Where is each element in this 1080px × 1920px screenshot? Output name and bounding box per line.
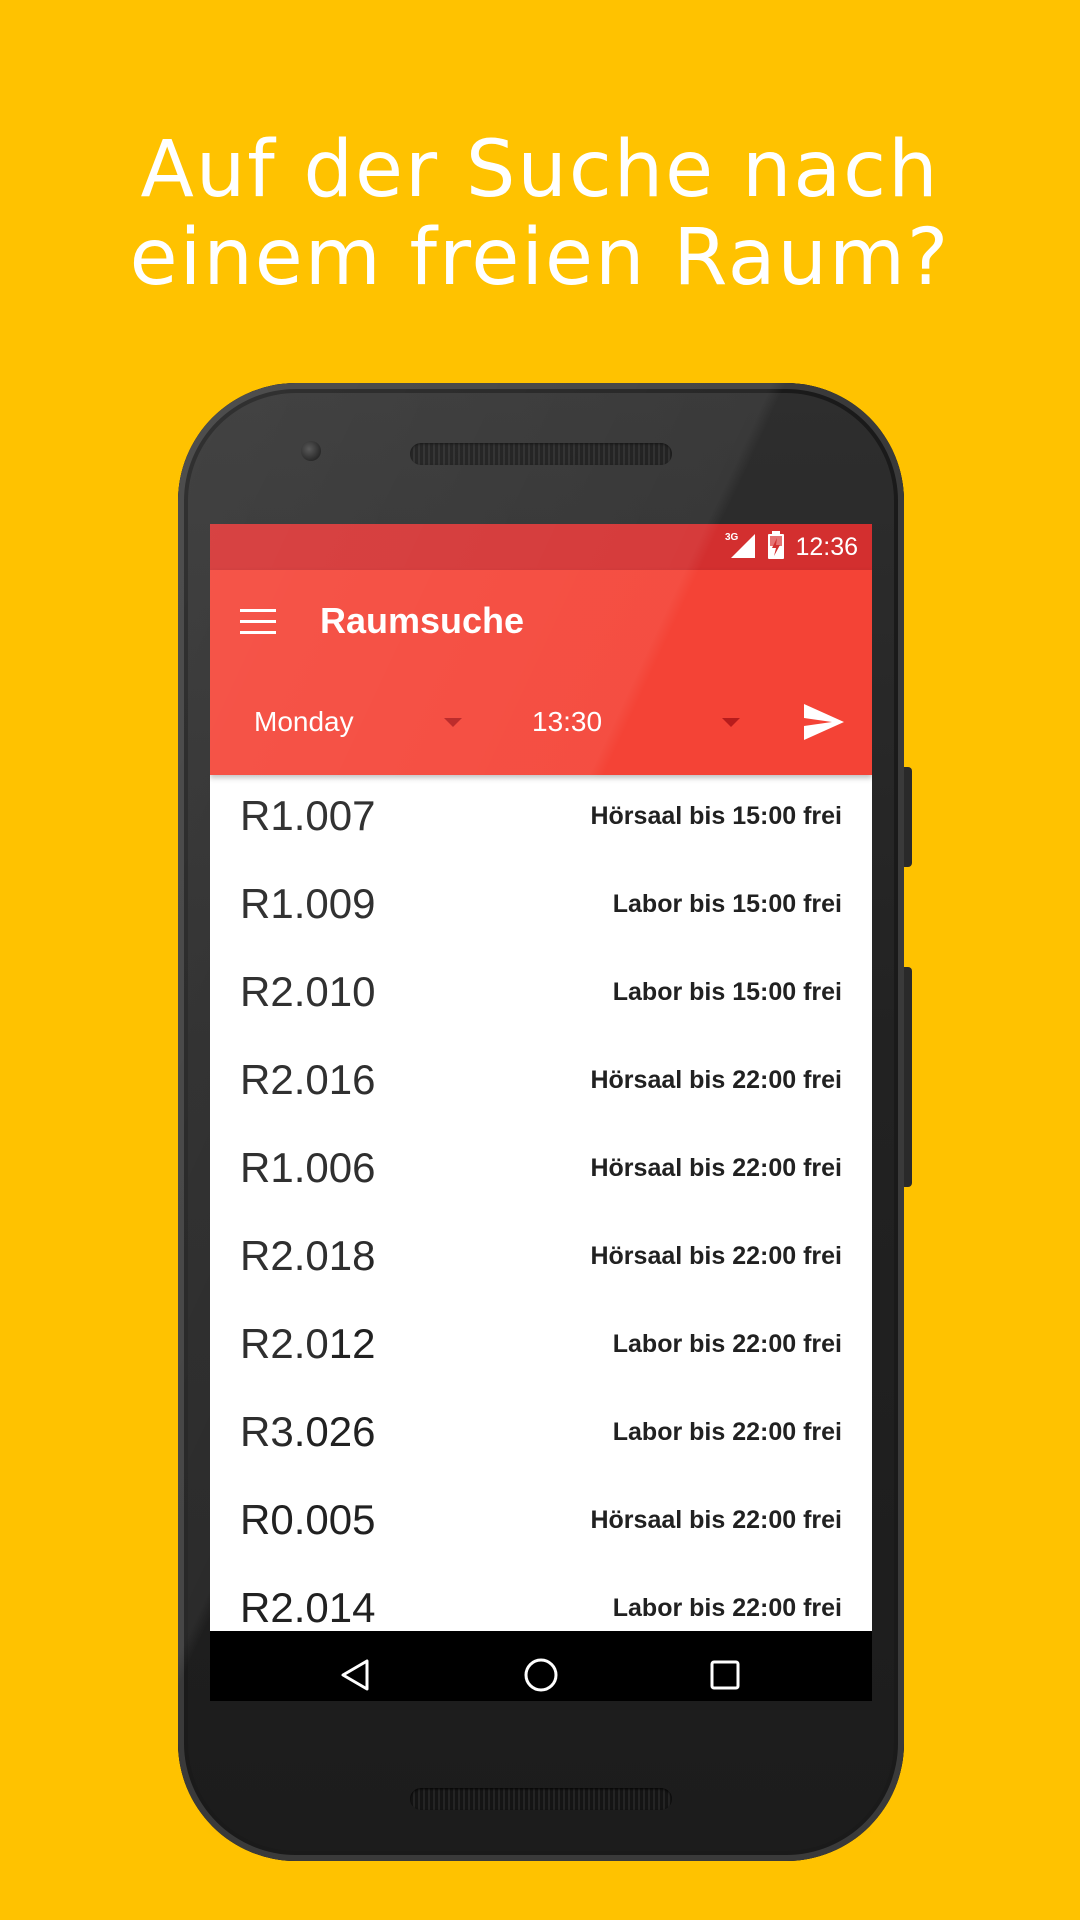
headline-line-2: einem freien Raum? bbox=[129, 213, 951, 303]
room-row[interactable]: R1.006 Hörsaal bis 22:00 frei bbox=[210, 1127, 872, 1215]
back-icon bbox=[341, 1659, 369, 1691]
home-button[interactable] bbox=[517, 1651, 565, 1699]
room-name: R1.009 bbox=[240, 880, 376, 927]
room-availability: Labor bis 15:00 frei bbox=[612, 890, 842, 918]
room-availability: Labor bis 15:00 frei bbox=[612, 978, 842, 1006]
recents-button[interactable] bbox=[701, 1651, 749, 1699]
phone-frame: 3G 12:36 Raumsuche Monday 13:30 R1.007 H… bbox=[178, 383, 904, 1861]
room-name: R2.014 bbox=[240, 1584, 376, 1631]
room-name: R1.006 bbox=[240, 1144, 376, 1191]
phone-screen: 3G 12:36 Raumsuche Monday 13:30 R1.007 H… bbox=[210, 524, 872, 1701]
room-name: R2.012 bbox=[240, 1320, 376, 1367]
signal-3g-icon: 3G bbox=[725, 530, 757, 564]
room-availability: Labor bis 22:00 frei bbox=[612, 1418, 842, 1446]
room-name: R2.018 bbox=[240, 1232, 376, 1279]
room-name: R1.007 bbox=[240, 792, 376, 839]
room-availability: Hörsaal bis 15:00 frei bbox=[590, 802, 842, 830]
room-name: R2.016 bbox=[240, 1056, 376, 1103]
top-speaker bbox=[410, 443, 672, 465]
volume-button bbox=[904, 767, 912, 867]
room-availability: Labor bis 22:00 frei bbox=[612, 1330, 842, 1358]
room-row[interactable]: R2.016 Hörsaal bis 22:00 frei bbox=[210, 1039, 872, 1127]
room-row[interactable]: R2.018 Hörsaal bis 22:00 frei bbox=[210, 1215, 872, 1303]
room-name: R0.005 bbox=[240, 1496, 376, 1543]
bottom-speaker bbox=[410, 1788, 672, 1810]
status-bar: 3G 12:36 bbox=[210, 524, 872, 570]
battery-charging-icon bbox=[767, 530, 785, 564]
time-spinner[interactable]: 13:30 bbox=[532, 698, 742, 746]
search-send-button[interactable] bbox=[802, 700, 846, 744]
room-availability: Hörsaal bis 22:00 frei bbox=[590, 1154, 842, 1182]
hamburger-menu-icon bbox=[240, 609, 276, 634]
home-icon bbox=[524, 1658, 558, 1692]
time-dropdown-arrow-icon bbox=[722, 718, 740, 727]
send-icon bbox=[804, 704, 844, 740]
room-row[interactable]: R3.026 Labor bis 22:00 frei bbox=[210, 1391, 872, 1479]
room-row[interactable]: R2.014 Labor bis 22:00 frei bbox=[210, 1567, 872, 1631]
room-row[interactable]: R2.012 Labor bis 22:00 frei bbox=[210, 1303, 872, 1391]
room-list: R1.007 Hörsaal bis 15:00 frei R1.009 Lab… bbox=[210, 775, 872, 1631]
room-row[interactable]: R2.010 Labor bis 15:00 frei bbox=[210, 951, 872, 1039]
svg-text:3G: 3G bbox=[725, 532, 739, 543]
headline: Auf der Suche nach einem freien Raum? bbox=[0, 126, 1080, 302]
room-availability: Hörsaal bis 22:00 frei bbox=[590, 1506, 842, 1534]
headline-line-1: Auf der Suche nach bbox=[140, 125, 940, 215]
room-availability: Labor bis 22:00 frei bbox=[612, 1594, 842, 1622]
room-name: R3.026 bbox=[240, 1408, 376, 1455]
recents-icon bbox=[710, 1660, 740, 1690]
status-time: 12:36 bbox=[795, 532, 858, 561]
system-nav-bar bbox=[210, 1631, 872, 1701]
room-row[interactable]: R0.005 Hörsaal bis 22:00 frei bbox=[210, 1479, 872, 1567]
app-toolbar: Raumsuche Monday 13:30 bbox=[210, 570, 872, 775]
app-title: Raumsuche bbox=[320, 600, 525, 641]
power-button bbox=[904, 967, 912, 1187]
back-button[interactable] bbox=[331, 1651, 379, 1699]
room-availability: Hörsaal bis 22:00 frei bbox=[590, 1066, 842, 1094]
day-dropdown-arrow-icon bbox=[444, 718, 462, 727]
day-spinner-value: Monday bbox=[254, 706, 354, 737]
room-row[interactable]: R1.007 Hörsaal bis 15:00 frei bbox=[210, 775, 872, 863]
time-spinner-value: 13:30 bbox=[532, 706, 603, 737]
menu-button[interactable] bbox=[234, 598, 282, 646]
room-row[interactable]: R1.009 Labor bis 15:00 frei bbox=[210, 863, 872, 951]
room-name: R2.010 bbox=[240, 968, 376, 1015]
room-availability: Hörsaal bis 22:00 frei bbox=[590, 1242, 842, 1270]
front-camera bbox=[301, 441, 321, 461]
day-spinner[interactable]: Monday bbox=[254, 698, 464, 746]
